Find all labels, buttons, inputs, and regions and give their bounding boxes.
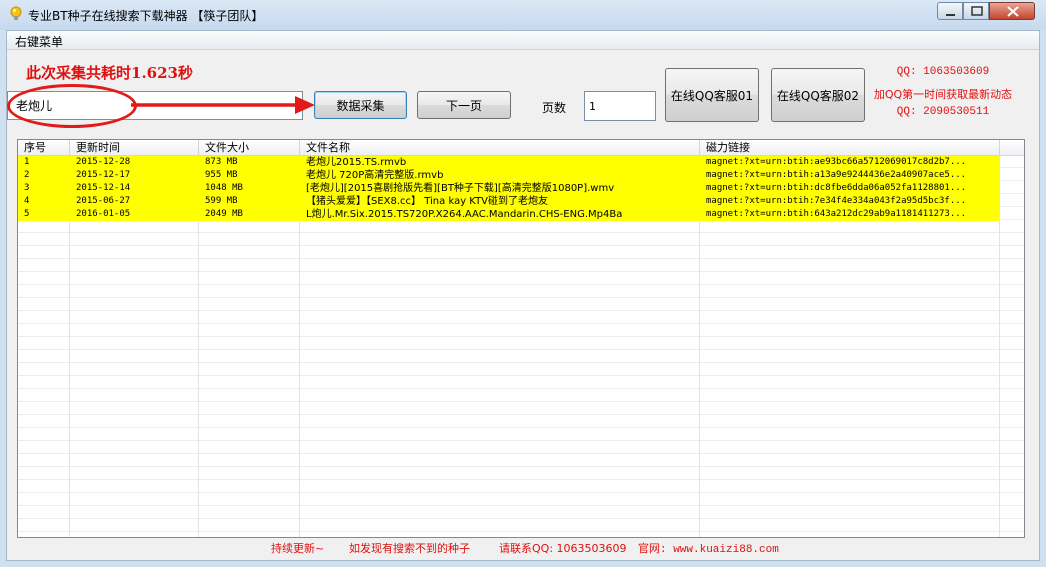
minimize-icon [946,14,955,16]
column-header-index[interactable]: 序号 [18,140,70,155]
cell-updated: 2015-12-28 [76,157,131,167]
column-header-size[interactable]: 文件大小 [199,140,300,155]
table-header: 序号 更新时间 文件大小 文件名称 磁力链接 [18,140,1024,156]
minimize-button[interactable] [937,2,963,20]
cell-size: 873 MB [205,157,238,167]
cell-size: 599 MB [205,196,238,206]
cell-magnet: magnet:?xt=urn:btih:ae93bc66a5712069017c… [706,157,967,167]
contact-tip: 加QQ第一时间获取最新动态 [873,88,1013,101]
search-input[interactable] [7,91,303,120]
footer-website-link[interactable]: 官网: www.kuaizi88.com [638,540,779,556]
cell-filename: [老炮儿][2015喜剧抢版先看][BT种子下载][高清完整版1080P].wm… [306,183,615,194]
cell-filename: 【猪头爱爱】【SEX8.cc】 Tina kay KTV碰到了老炮友 [306,196,549,207]
next-page-button[interactable]: 下一页 [417,91,511,119]
cell-index: 2 [24,170,30,180]
close-button[interactable] [989,2,1035,20]
cell-magnet: magnet:?xt=urn:btih:dc8fbe6dda06a052fa11… [706,183,967,193]
close-icon [1007,6,1019,17]
maximize-icon [971,6,983,16]
cell-updated: 2015-06-27 [76,196,131,206]
footer-notice-text: 如发现有搜索不到的种子 [349,542,470,555]
cell-size: 1048 MB [205,183,243,193]
cell-filename: L炮儿.Mr.Six.2015.TS720P.X264.AAC.Mandarin… [306,209,623,220]
cell-magnet: magnet:?xt=urn:btih:7e34f4e334a043f2a95d… [706,196,967,206]
cell-index: 3 [24,183,30,193]
page-label: 页数 [542,101,567,115]
title-bar: 专业BT种子在线搜索下载神器 【筷子团队】 [0,0,1046,30]
cell-filename: 老炮儿2015.TS.rmvb [306,157,407,168]
collect-data-button[interactable]: 数据采集 [314,91,407,119]
contact-qq-2: QQ: 2090530511 [896,106,990,118]
cell-filename: 老炮儿 720P高清完整版.rmvb [306,170,444,181]
footer-update-text: 持续更新~ [271,542,325,555]
table-row[interactable]: 3 2015-12-14 1048 MB [老炮儿][2015喜剧抢版先看][B… [18,182,1024,195]
menu-bar: 右键菜单 [7,31,1039,50]
results-table[interactable]: 序号 更新时间 文件大小 文件名称 磁力链接 1 2015-12-28 873 … [17,139,1025,538]
cell-index: 5 [24,209,30,219]
cell-size: 2049 MB [205,209,243,219]
client-area: 右键菜单 此次采集共耗时1.623秒 数据采集 下一页 页数 在线QQ客服01 … [6,30,1040,561]
footer-contact-text: 请联系QQ: 1063503609 [499,542,627,555]
table-row[interactable]: 2 2015-12-17 955 MB 老炮儿 720P高清完整版.rmvb m… [18,169,1024,182]
table-row[interactable]: 5 2016-01-05 2049 MB L炮儿.Mr.Six.2015.TS7… [18,208,1024,221]
cell-updated: 2016-01-05 [76,209,131,219]
qq-service-01-button[interactable]: 在线QQ客服01 [665,68,759,122]
menu-item-context[interactable]: 右键菜单 [15,33,63,50]
cell-updated: 2015-12-14 [76,183,131,193]
column-header-filename[interactable]: 文件名称 [300,140,700,155]
cell-magnet: magnet:?xt=urn:btih:643a212dc29ab9a11814… [706,209,967,219]
maximize-button[interactable] [963,2,989,20]
cell-size: 955 MB [205,170,238,180]
table-row[interactable]: 1 2015-12-28 873 MB 老炮儿2015.TS.rmvb magn… [18,156,1024,169]
cell-magnet: magnet:?xt=urn:btih:a13a9e9244436e2a4090… [706,170,967,180]
contact-qq-1: QQ: 1063503609 [896,66,990,78]
column-header-magnet[interactable]: 磁力链接 [700,140,1000,155]
qq-service-02-button[interactable]: 在线QQ客服02 [771,68,865,122]
column-header-updated[interactable]: 更新时间 [70,140,199,155]
lightbulb-icon [10,6,22,20]
cell-updated: 2015-12-17 [76,170,131,180]
window-title: 专业BT种子在线搜索下载神器 【筷子团队】 [28,9,264,23]
cell-index: 1 [24,157,30,167]
table-row[interactable]: 4 2015-06-27 599 MB 【猪头爱爱】【SEX8.cc】 Tina… [18,195,1024,208]
cell-index: 4 [24,196,30,206]
elapsed-time-label: 此次采集共耗时1.623秒 [26,64,193,82]
page-number-input[interactable] [584,91,656,121]
